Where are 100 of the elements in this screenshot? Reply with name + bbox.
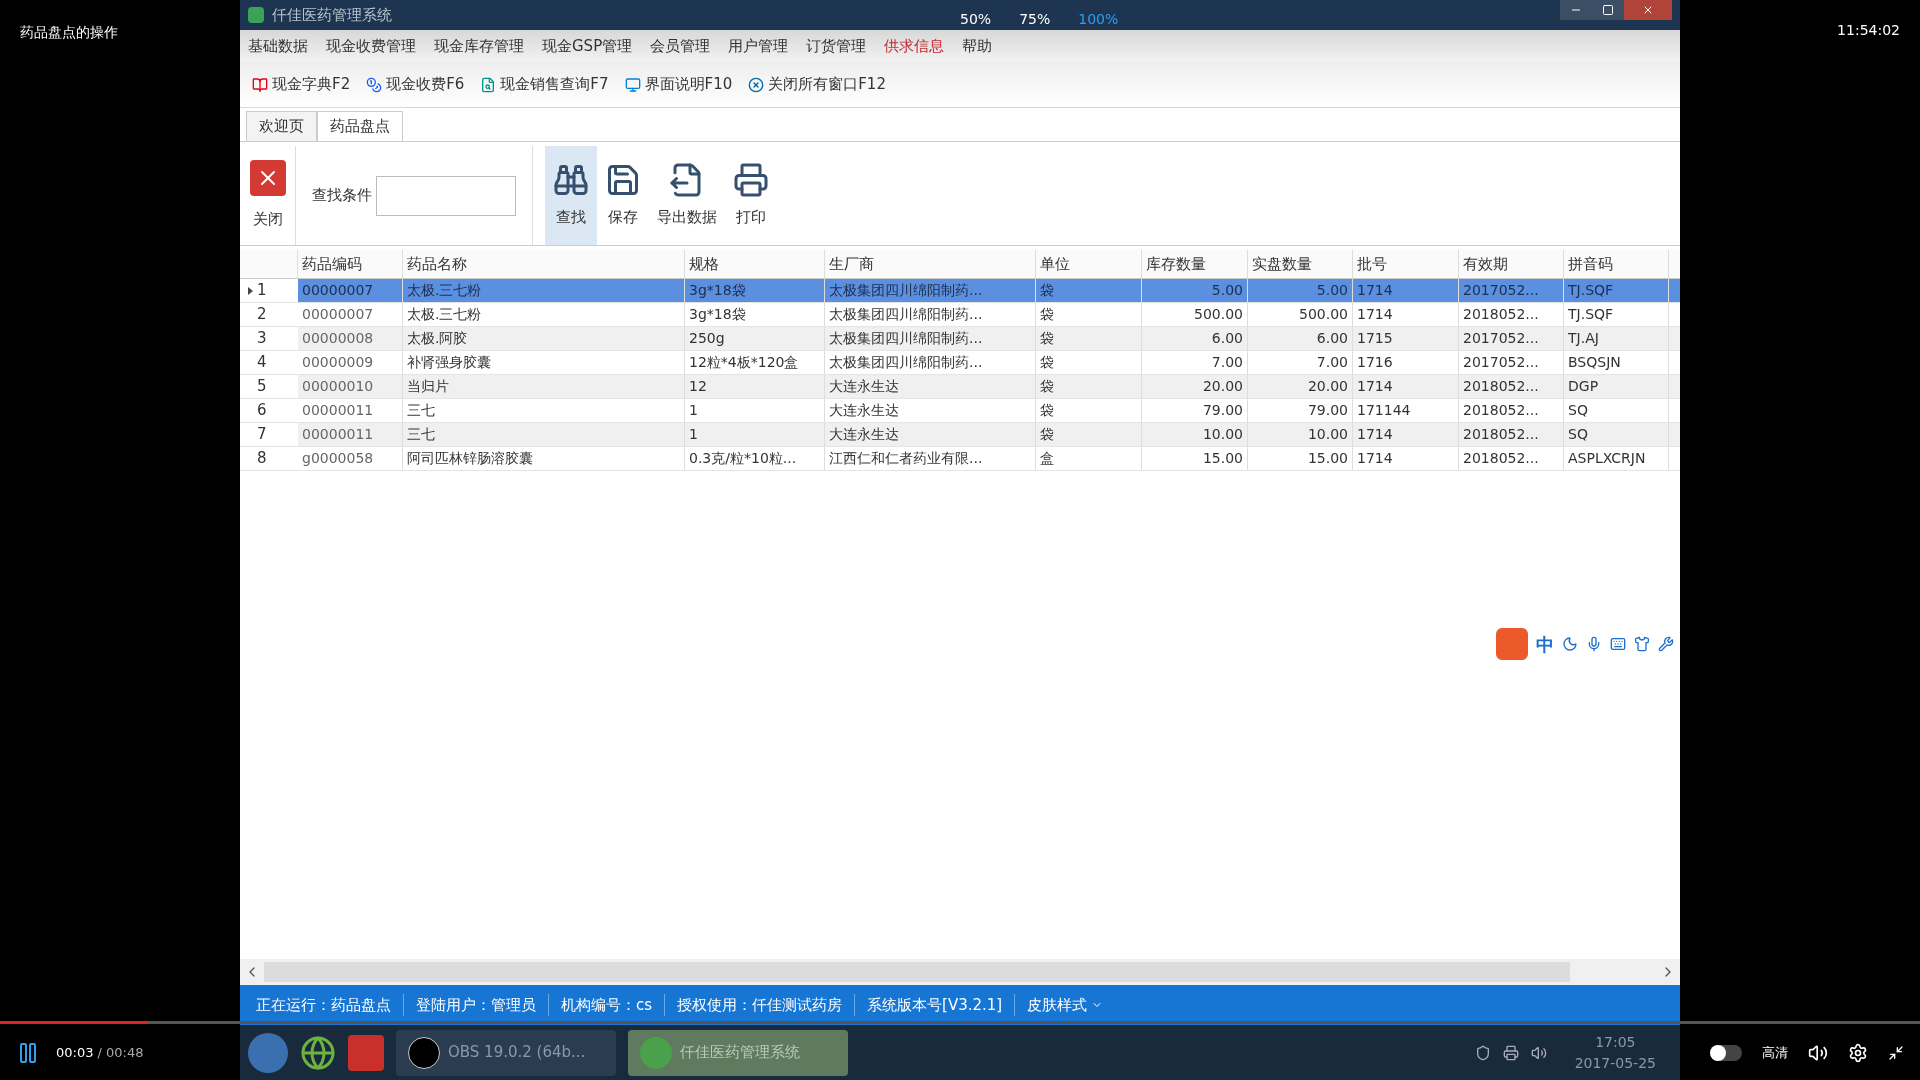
table-cell: 20.00: [1142, 375, 1248, 398]
settings-icon[interactable]: [1848, 1042, 1868, 1063]
table-cell: 5.00: [1248, 279, 1353, 302]
ribbon-button[interactable]: 保存: [597, 146, 649, 245]
volume-icon[interactable]: [1808, 1042, 1828, 1063]
table-row[interactable]: 6 00000011 三七 1 大连永生达 袋 79.00 79.00 171144 2018052... SQ: [240, 399, 1680, 423]
table-cell: 袋: [1036, 327, 1142, 350]
table-cell: 15.00: [1142, 447, 1248, 470]
start-icon[interactable]: [248, 1032, 288, 1073]
column-header[interactable]: 实盘数量: [1248, 250, 1353, 278]
menu-item[interactable]: 帮助: [962, 34, 993, 58]
table-row[interactable]: 5 00000010 当归片 12 大连永生达 袋 20.00 20.00 1714 2018052... DGP: [240, 375, 1680, 399]
column-header[interactable]: 生厂商: [825, 250, 1036, 278]
column-header[interactable]: 拼音码: [1564, 250, 1669, 278]
moon-icon[interactable]: [1562, 636, 1578, 652]
status-text[interactable]: 皮肤样式: [1027, 993, 1088, 1017]
menu-item[interactable]: 现金GSP管理: [542, 34, 633, 58]
shirt-icon[interactable]: [1634, 636, 1650, 652]
table-cell: 大连永生达: [825, 375, 1036, 398]
menu-item[interactable]: 现金库存管理: [434, 34, 524, 58]
toggle-switch[interactable]: [1710, 1044, 1742, 1061]
quality-button[interactable]: 高清: [1762, 1042, 1788, 1063]
toolbar-button[interactable]: 界面说明F10: [624, 73, 733, 96]
shield-icon[interactable]: [1474, 1044, 1491, 1061]
table-row[interactable]: 2 00000007 太极.三七粉 3g*18袋 太极集团四川绵阳制药... 袋 500.00 500.00 1714 2018052... TJ.SQF: [240, 303, 1680, 327]
table-row[interactable]: 8 g0000058 阿司匹林锌肠溶胶囊 0.3克/粒*10粒... 江西仁和仁者药业有限... 盒 15.00 15.00 1714 2018052... ASPLXCRJN: [240, 447, 1680, 471]
zoom-option[interactable]: 75%: [1019, 9, 1051, 30]
column-header[interactable]: 单位: [1036, 250, 1142, 278]
table-cell: 00000007: [298, 279, 403, 302]
ribbon-button[interactable]: 导出数据: [649, 146, 725, 245]
volume-icon[interactable]: [1530, 1044, 1547, 1061]
table-row[interactable]: 4 00000009 补肾强身胶囊 12粒*4板*120盒 太极集团四川绵阳制药... 袋 7.00 7.00 1716 2017052... BSQSJN: [240, 351, 1680, 375]
table-cell: 500.00: [1142, 303, 1248, 326]
tab[interactable]: 欢迎页: [246, 111, 317, 141]
menu-item[interactable]: 基础数据: [248, 34, 308, 58]
wrench-icon[interactable]: [1658, 636, 1674, 652]
table-cell: 1714: [1353, 375, 1459, 398]
table-row[interactable]: 7 00000011 三七 1 大连永生达 袋 10.00 10.00 1714 2018052... SQ: [240, 423, 1680, 447]
column-header[interactable]: 库存数量: [1142, 250, 1248, 278]
menu-item[interactable]: 现金收费管理: [326, 34, 416, 58]
column-header[interactable]: 有效期: [1459, 250, 1564, 278]
table-cell: 1: [685, 399, 825, 422]
table-cell: 10.00: [1248, 423, 1353, 446]
toolbar-button[interactable]: 关闭所有窗口F12: [748, 73, 886, 96]
table-cell: BSQSJN: [1564, 351, 1669, 374]
menu-item[interactable]: 会员管理: [650, 34, 711, 58]
taskbar-button[interactable]: OBS 19.0.2 (64b...: [396, 1029, 616, 1076]
ribbon-button[interactable]: 打印: [725, 146, 777, 245]
menu-item[interactable]: 用户管理: [728, 34, 789, 58]
row-number: 6: [257, 400, 267, 422]
table-cell: 袋: [1036, 399, 1142, 422]
toolbar-button[interactable]: 现金销售查询F7: [480, 73, 609, 96]
table-cell: 00000009: [298, 351, 403, 374]
app-logo-icon: [248, 7, 264, 23]
table-cell: g0000058: [298, 447, 403, 470]
toolbar-button[interactable]: 现金字典F2: [252, 73, 351, 96]
close-icon: [1642, 4, 1654, 16]
column-header[interactable]: 批号: [1353, 250, 1459, 278]
browser-icon[interactable]: [300, 1034, 336, 1071]
table-cell: 2017052...: [1459, 327, 1564, 350]
column-header[interactable]: 规格: [685, 250, 825, 278]
horizontal-scrollbar[interactable]: [240, 959, 1680, 985]
microphone-icon[interactable]: [1586, 636, 1602, 652]
printer-icon[interactable]: [1502, 1044, 1519, 1061]
table-cell: TJ.AJ: [1564, 327, 1669, 350]
book-icon: [252, 76, 268, 93]
table-cell: 7.00: [1142, 351, 1248, 374]
table-cell: 袋: [1036, 423, 1142, 446]
table-cell: 6.00: [1248, 327, 1353, 350]
tab[interactable]: 药品盘点: [317, 111, 403, 141]
ribbon-button[interactable]: 查找: [545, 146, 597, 245]
input-mode[interactable]: 中: [1536, 630, 1554, 658]
zoom-option[interactable]: 50%: [960, 9, 992, 30]
menu-item[interactable]: 供求信息: [884, 34, 945, 58]
search-label: 查找条件: [312, 185, 372, 207]
taskbar-date: 2017-05-25: [1574, 1053, 1656, 1073]
column-header[interactable]: 药品名称: [403, 250, 685, 278]
maximize-button[interactable]: [1592, 0, 1624, 20]
status-text: 机构编号：cs: [561, 994, 653, 1016]
coins-icon: [366, 76, 383, 93]
menu-item[interactable]: 订货管理: [806, 34, 867, 58]
zoom-option[interactable]: 100%: [1078, 9, 1119, 30]
table-cell: 79.00: [1142, 399, 1248, 422]
search-field[interactable]: [376, 175, 516, 216]
exit-fullscreen-icon[interactable]: [1888, 1044, 1904, 1061]
table-cell: 三七: [403, 399, 685, 422]
column-header[interactable]: 药品编码: [298, 250, 403, 278]
keyboard-icon[interactable]: [1610, 636, 1626, 652]
toolbar-button[interactable]: 现金收费F6: [366, 73, 465, 96]
table-cell: ASPLXCRJN: [1564, 447, 1669, 470]
table-row[interactable]: 1 00000007 太极.三七粉 3g*18袋 太极集团四川绵阳制药... 袋 5.00 5.00 1714 2017052... TJ.SQF: [240, 279, 1680, 303]
table-cell: 2018052...: [1459, 447, 1564, 470]
table-row[interactable]: 3 00000008 太极.阿胶 250g 太极集团四川绵阳制药... 袋 6.00 6.00 1715 2017052... TJ.AJ: [240, 327, 1680, 351]
table-cell: 1714: [1353, 447, 1459, 470]
row-number: 5: [257, 376, 267, 398]
table-cell: 12: [685, 375, 825, 398]
table-cell: SQ: [1564, 423, 1669, 446]
elapsed-time: 00:03: [56, 1043, 94, 1062]
close-tool-button[interactable]: 关闭: [248, 146, 296, 245]
duration: / 00:48: [97, 1043, 144, 1062]
